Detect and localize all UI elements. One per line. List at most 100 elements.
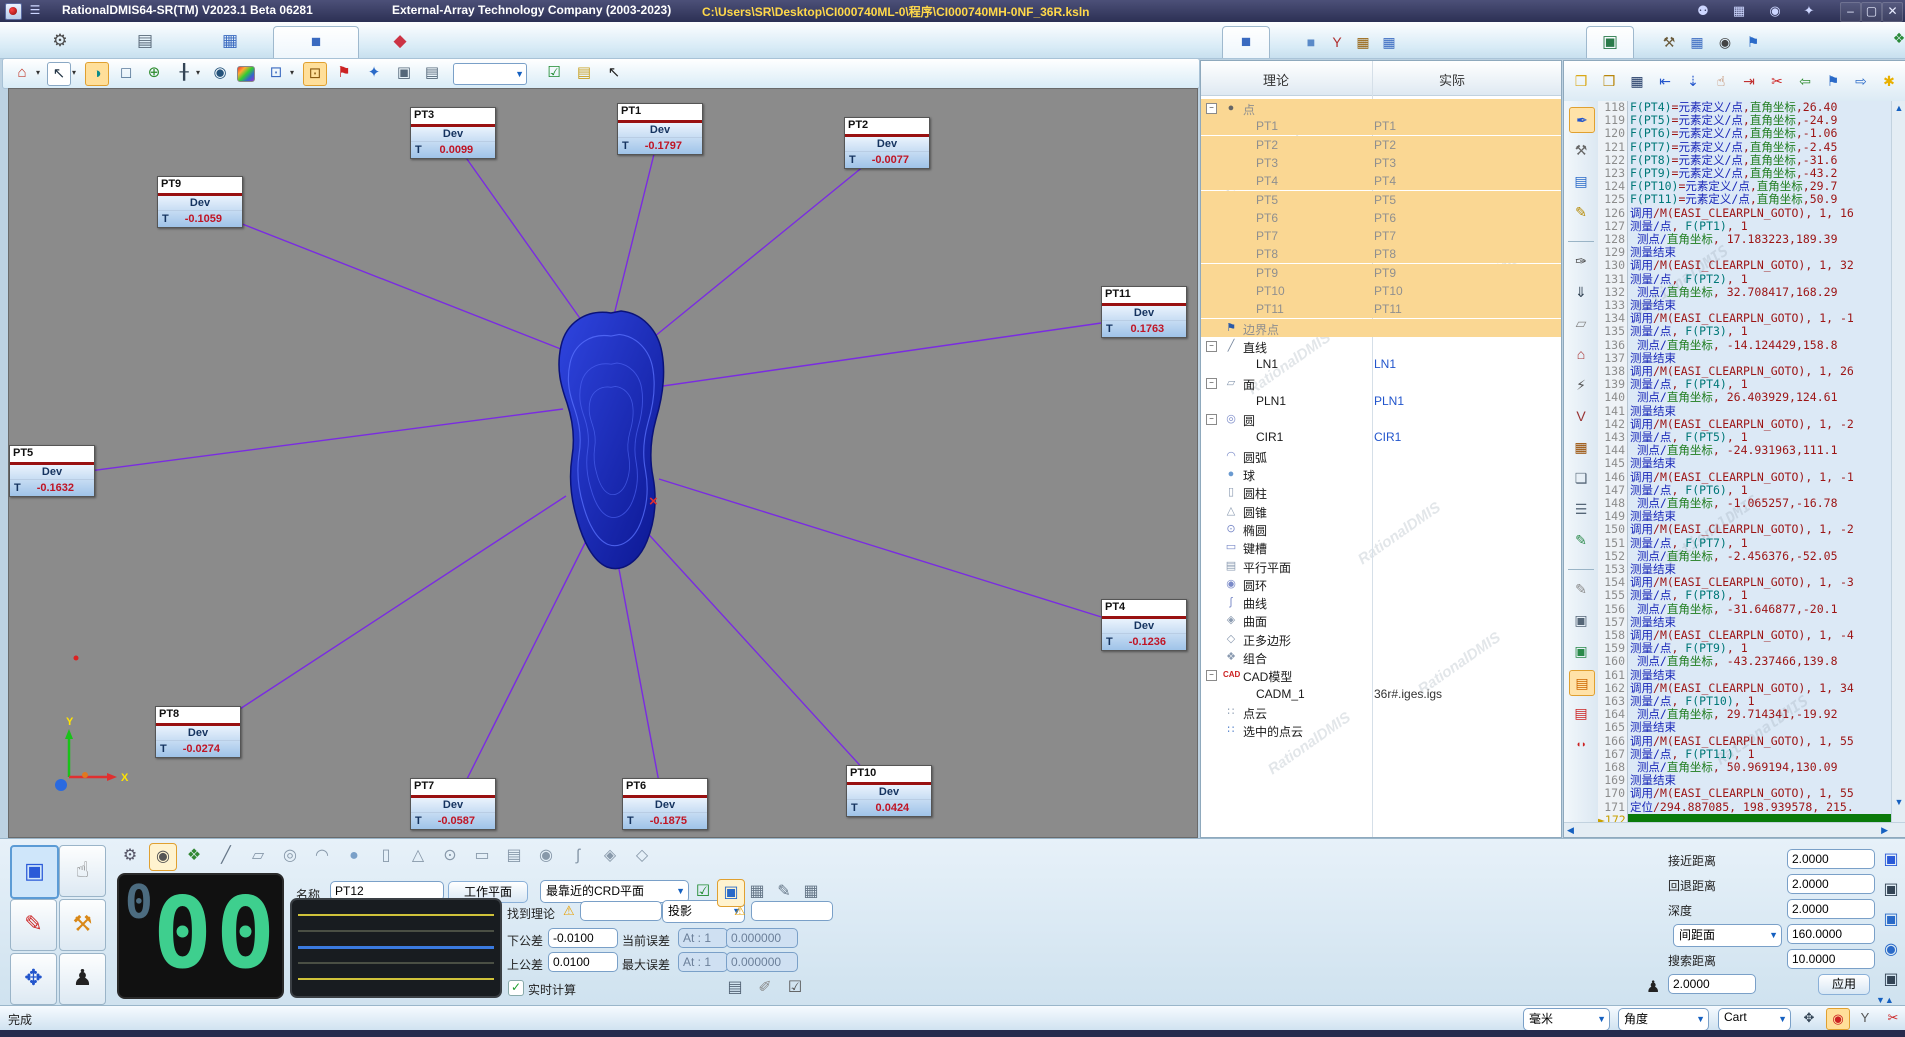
- view-rotate-icon[interactable]: ◑: [85, 62, 109, 86]
- code-line-156[interactable]: 156 测点/直角坐标, -31.646877,-20.1: [1598, 603, 1891, 616]
- cube-icon[interactable]: ■: [1300, 30, 1322, 54]
- table2-icon[interactable]: ▦: [798, 879, 824, 905]
- tree-item-圆[interactable]: −◎圆: [1201, 410, 1561, 428]
- calc-icon[interactable]: ▦: [1569, 435, 1593, 459]
- param-input-4[interactable]: [1787, 924, 1875, 944]
- code-line-164[interactable]: 164 测点/直角坐标, 29.714341,-19.92: [1598, 708, 1891, 721]
- expand-toggle-icon[interactable]: −: [1206, 670, 1217, 681]
- abacus-icon[interactable]: ▦: [1352, 30, 1374, 54]
- tree-item-pt7[interactable]: PT7PT7: [1201, 227, 1561, 245]
- table-icon[interactable]: ▦: [744, 879, 770, 905]
- edit-doc-icon[interactable]: ✎: [1569, 528, 1593, 552]
- code-line-142[interactable]: 142调用/M(EASI_CLEARPLN_GOTO), 1, -2: [1598, 418, 1891, 431]
- joystick-speed-input[interactable]: [1668, 974, 1756, 994]
- code-line-146[interactable]: 146调用/M(EASI_CLEARPLN_GOTO), 1, -1: [1598, 471, 1891, 484]
- run-icon[interactable]: ✱: [1878, 70, 1900, 92]
- y-probe-icon[interactable]: Y: [1854, 1008, 1876, 1028]
- tree-item-组合[interactable]: ❖组合: [1201, 648, 1561, 666]
- build-icon[interactable]: ⚒: [1569, 138, 1593, 162]
- tree-item-圆弧[interactable]: ◠圆弧: [1201, 447, 1561, 465]
- tab-machine[interactable]: ⚙: [18, 26, 102, 57]
- axis-mode-icon[interactable]: ✥: [1798, 1008, 1820, 1028]
- deviation-label-pt9[interactable]: PT9DevT-0.1059: [157, 176, 243, 228]
- table-check-icon[interactable]: ▦: [1378, 30, 1400, 54]
- tree-item-pln1[interactable]: PLN1PLN1: [1201, 392, 1561, 410]
- param-input-1[interactable]: [1787, 849, 1875, 869]
- code-line-154[interactable]: 154调用/M(EASI_CLEARPLN_GOTO), 1, -3: [1598, 576, 1891, 589]
- plane-icon[interactable]: ▱: [1569, 311, 1593, 335]
- code-line-144[interactable]: 144 测点/直角坐标, -24.931963,111.1: [1598, 444, 1891, 457]
- angle-dropdown[interactable]: 角度▼: [1618, 1008, 1709, 1031]
- units-dropdown[interactable]: 毫米▼: [1523, 1008, 1610, 1031]
- network-user-icon[interactable]: ◉: [1766, 2, 1784, 20]
- tree-item-cir1[interactable]: CIR1CIR1: [1201, 428, 1561, 446]
- window-view-icon[interactable]: ⊡: [265, 62, 287, 84]
- clear-doc-icon[interactable]: ▤: [722, 975, 748, 1001]
- tree-item-椭圆[interactable]: ⊙椭圆: [1201, 520, 1561, 538]
- indent-left-icon[interactable]: ⇤: [1654, 70, 1676, 92]
- minimize-button[interactable]: –: [1840, 2, 1861, 22]
- code-line-141[interactable]: 141测量结束: [1598, 405, 1891, 418]
- code-line-140[interactable]: 140 测点/直角坐标, 26.403929,124.61: [1598, 391, 1891, 404]
- code-line-119[interactable]: 119F(PT5)=元素定义/点,直角坐标,-24.9: [1598, 114, 1891, 127]
- pin-icon[interactable]: ✒: [1569, 107, 1595, 133]
- boundary-point-icon[interactable]: ❖: [181, 843, 207, 869]
- deviation-label-pt1[interactable]: PT1DevT-0.1797: [617, 103, 703, 155]
- tree-item-边界点[interactable]: ⚑边界点: [1201, 319, 1561, 337]
- view-combobox[interactable]: ▼: [453, 63, 527, 85]
- tree-item-圆环[interactable]: ◉圆环: [1201, 575, 1561, 593]
- tree-item-曲面[interactable]: ◈曲面: [1201, 611, 1561, 629]
- tab-feature-tree[interactable]: ■: [1222, 26, 1270, 58]
- code-line-159[interactable]: 159测量/点, F(PT9), 1: [1598, 642, 1891, 655]
- code-line-152[interactable]: 152 测点/直角坐标, -2.456376,-52.05: [1598, 550, 1891, 563]
- probe-box-icon[interactable]: ▣: [717, 879, 745, 907]
- slot-feature-icon[interactable]: ▭: [469, 843, 495, 869]
- param-input-2[interactable]: [1787, 874, 1875, 894]
- zoom-window-icon[interactable]: ◻: [115, 62, 137, 84]
- code-line-167[interactable]: 167测量/点, F(PT11), 1: [1598, 748, 1891, 761]
- code-line-170[interactable]: 170调用/M(EASI_CLEARPLN_GOTO), 1, 55: [1598, 787, 1891, 800]
- eraser-icon[interactable]: ✐: [752, 975, 778, 1001]
- code-line-165[interactable]: 165测量结束: [1598, 721, 1891, 734]
- monitor-add-icon[interactable]: ▣: [1569, 639, 1593, 663]
- tree-item-cadm_1[interactable]: CADM_136r#.iges.igs: [1201, 685, 1561, 703]
- panel-scroll-arrows[interactable]: ▼▲: [1876, 995, 1894, 1005]
- code-line-145[interactable]: 145测量结束: [1598, 457, 1891, 470]
- code-line-160[interactable]: 160 测点/直角坐标, -43.237466,139.8: [1598, 655, 1891, 668]
- tree-item-键槽[interactable]: ▭键槽: [1201, 538, 1561, 556]
- ellipse-feature-icon[interactable]: ⊙: [437, 843, 463, 869]
- home-icon[interactable]: ⌂: [1569, 342, 1593, 366]
- select-cursor-icon[interactable]: ↖: [47, 62, 71, 86]
- code-line-130[interactable]: 130调用/M(EASI_CLEARPLN_GOTO), 1, 32: [1598, 259, 1891, 272]
- code-line-125[interactable]: 125F(PT11)=元素定义/点,直角坐标,50.9: [1598, 193, 1891, 206]
- param-input-5[interactable]: [1787, 949, 1875, 969]
- program-code[interactable]: RationalDMISRationalDMISRationalDMIS118F…: [1598, 101, 1891, 823]
- code-line-121[interactable]: 121F(PT7)=元素定义/点,直角坐标,-2.45: [1598, 141, 1891, 154]
- code-line-131[interactable]: 131测量/点, F(PT2), 1: [1598, 273, 1891, 286]
- deviation-label-pt8[interactable]: PT8DevT-0.0274: [155, 706, 241, 758]
- tree-item-正多边形[interactable]: ◇正多边形: [1201, 630, 1561, 648]
- mirror-icon[interactable]: ◖◗: [1569, 732, 1593, 756]
- color-palette-icon[interactable]: [237, 66, 255, 82]
- horizontal-scrollbar[interactable]: ◀▶: [1564, 822, 1905, 837]
- code-line-120[interactable]: 120F(PT6)=元素定义/点,直角坐标,-1.06: [1598, 127, 1891, 140]
- camera-icon[interactable]: ◉: [1714, 30, 1736, 54]
- pointer-icon[interactable]: ↖: [603, 62, 625, 84]
- layout-icon[interactable]: ▦: [1730, 2, 1748, 20]
- tree-item-pt1[interactable]: PT1PT1: [1201, 117, 1561, 135]
- code-line-166[interactable]: 166调用/M(EASI_CLEARPLN_GOTO), 1, 55: [1598, 735, 1891, 748]
- home-dropdown[interactable]: ▾: [33, 62, 43, 84]
- curve-feature-icon[interactable]: ʃ: [565, 843, 591, 869]
- code-line-162[interactable]: 162调用/M(EASI_CLEARPLN_GOTO), 1, 34: [1598, 682, 1891, 695]
- tree-item-直线[interactable]: −╱直线: [1201, 337, 1561, 355]
- code-line-147[interactable]: 147测量/点, F(PT6), 1: [1598, 484, 1891, 497]
- tab-graphics[interactable]: ◆: [358, 26, 442, 57]
- tree-item-点[interactable]: −●点: [1201, 99, 1561, 117]
- hammer-icon[interactable]: ⚒: [1658, 30, 1680, 54]
- tree-item-pt2[interactable]: PT2PT2: [1201, 136, 1561, 154]
- indent-down-icon[interactable]: ⇣: [1682, 70, 1704, 92]
- probe-d-icon[interactable]: ▣: [1878, 967, 1904, 993]
- deviation-label-pt3[interactable]: PT3DevT0.0099: [410, 107, 496, 159]
- cone-feature-icon[interactable]: △: [405, 843, 431, 869]
- code-line-129[interactable]: 129测量结束: [1598, 246, 1891, 259]
